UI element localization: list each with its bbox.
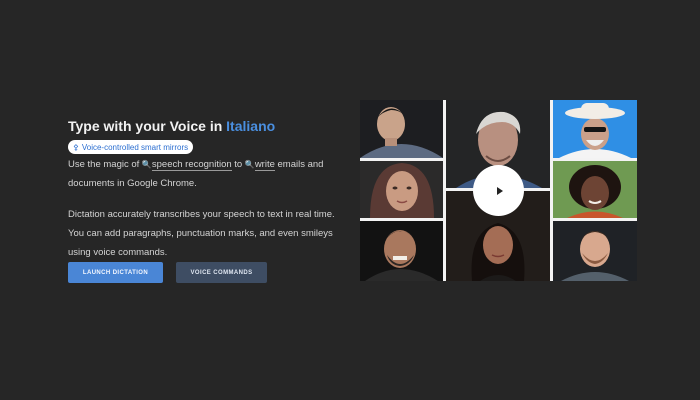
launch-dictation-button[interactable]: LAUNCH DICTATION xyxy=(68,262,163,283)
smart-mirrors-chip[interactable]: ⚴ Voice-controlled smart mirrors xyxy=(68,140,194,154)
description-paragraph: Dictation accurately transcribes your sp… xyxy=(68,208,335,258)
hero-text: Type with your Voice in Italiano ⚴ Voice… xyxy=(68,118,348,262)
play-button[interactable] xyxy=(473,165,524,216)
hero-buttons: LAUNCH DICTATION VOICE COMMANDS xyxy=(68,262,267,283)
language-link[interactable]: Italiano xyxy=(226,118,275,134)
portrait-young-man-dark-hair xyxy=(360,100,443,158)
search-icon: 🔍 xyxy=(244,159,255,169)
intro-paragraph: Use the magic of 🔍speech recognition to … xyxy=(68,155,348,193)
voice-commands-button[interactable]: VOICE COMMANDS xyxy=(176,262,267,283)
chip-label: Voice-controlled smart mirrors xyxy=(81,142,189,152)
portrait-woman-headscarf xyxy=(360,161,443,218)
search-icon: 🔍 xyxy=(141,159,152,169)
keyword-write[interactable]: write xyxy=(254,158,275,171)
play-icon xyxy=(497,186,503,195)
tag-icon: ⚴ xyxy=(73,142,79,152)
intro-text-b: to xyxy=(231,158,245,170)
portrait-smiling-man-beard xyxy=(360,221,443,281)
title-prefix: Type with your Voice in xyxy=(68,118,227,134)
portrait-young-man-beard xyxy=(553,221,637,281)
keyword-speech-recognition[interactable]: speech recognition xyxy=(151,158,232,171)
portrait-man-white-hat-sunglasses xyxy=(553,100,637,158)
page: Type with your Voice in Italiano ⚴ Voice… xyxy=(0,0,700,400)
intro-text-a: Use the magic of xyxy=(68,158,142,170)
portrait-woman-curly-hair xyxy=(553,161,637,218)
hero-title: Type with your Voice in Italiano xyxy=(68,118,348,134)
